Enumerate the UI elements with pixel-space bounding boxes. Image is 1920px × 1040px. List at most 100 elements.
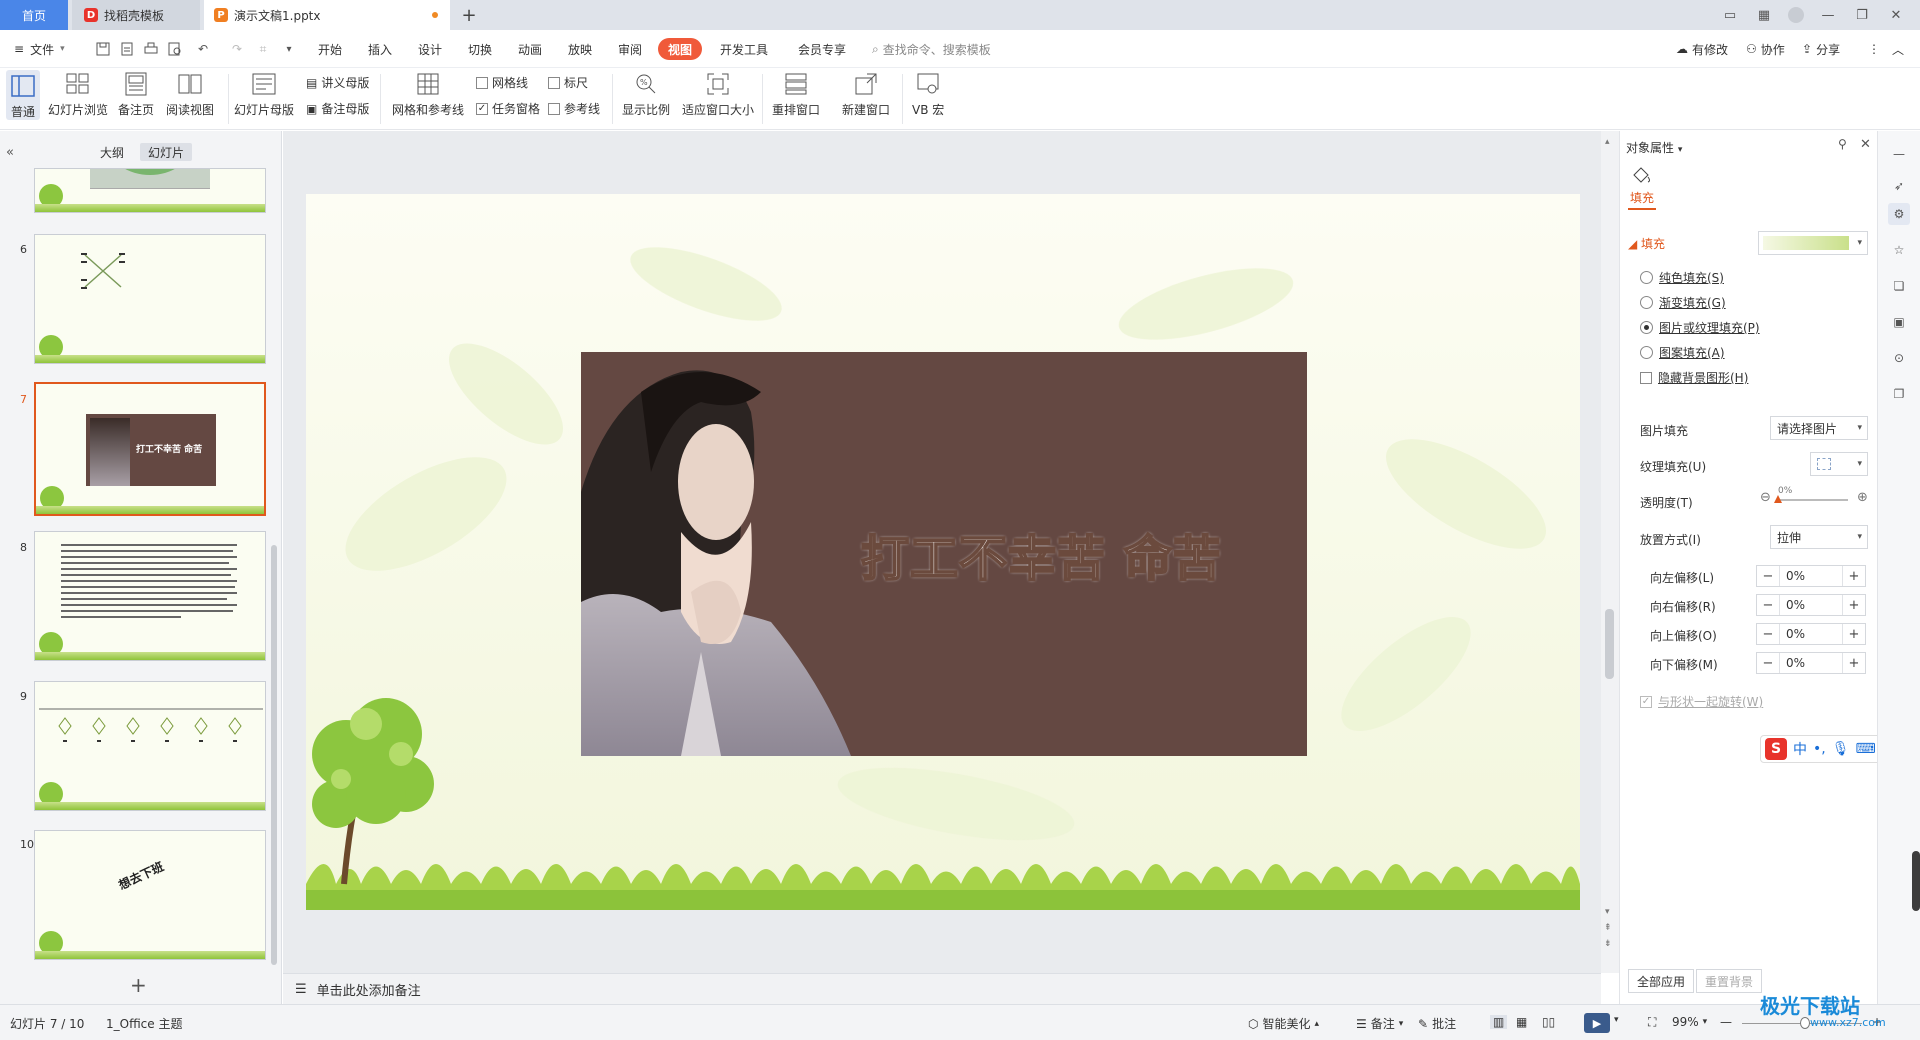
plus-icon[interactable]: + (1843, 566, 1865, 586)
ruler-check[interactable] (548, 76, 560, 89)
previous-slide-icon[interactable]: ⇞ (1604, 923, 1612, 933)
placement-dropdown[interactable]: 拉伸 (1770, 525, 1868, 549)
handout-master-button[interactable]: ▤ 讲义母版 (306, 74, 369, 91)
changes-button[interactable]: ☁ 有修改 (1676, 38, 1728, 60)
picture-fill-dropdown[interactable]: 请选择图片 (1770, 416, 1868, 440)
collaborate-button[interactable]: ⚇ 协作 (1746, 38, 1785, 60)
picture-fill-radio[interactable] (1640, 321, 1653, 334)
grid-guides-button[interactable]: 网格和参考线 (392, 70, 464, 118)
offset-top-value[interactable]: 0% (1779, 624, 1843, 644)
hide-background-checkbox[interactable] (1640, 371, 1652, 384)
guides-checkbox[interactable]: 参考线 (548, 100, 600, 117)
slide-panel-scrollbar[interactable] (271, 545, 277, 965)
command-search[interactable]: ⌕ 查找命令、搜索模板 (872, 38, 991, 60)
ime-mode[interactable]: 中 (1793, 739, 1807, 759)
tab-document[interactable]: P 演示文稿1.pptx (204, 0, 450, 30)
reset-background-button[interactable]: 重置背景 (1696, 969, 1763, 993)
properties-icon[interactable]: ⚙ (1888, 203, 1910, 225)
microphone-icon[interactable]: 🎙 (1832, 741, 1850, 757)
pattern-fill-option[interactable]: 图案填充(A) (1640, 344, 1725, 361)
layout-icon[interactable]: ▭ (1720, 5, 1740, 25)
save-icon[interactable] (94, 40, 112, 58)
hide-background-option[interactable]: 隐藏背景图形(H) (1640, 369, 1748, 386)
slide-sorter-button[interactable]: 幻灯片浏览 (48, 70, 108, 118)
export-pdf-icon[interactable] (118, 40, 136, 58)
solid-fill-radio[interactable] (1640, 271, 1653, 284)
new-window-button[interactable]: 新建窗口 (842, 70, 890, 118)
play-icon[interactable]: ▶ (1584, 1013, 1610, 1033)
arrange-window-button[interactable]: 重排窗口 (772, 70, 820, 118)
menu-developer[interactable]: 开发工具 (720, 38, 768, 60)
sogou-icon[interactable]: S (1765, 738, 1787, 760)
canvas-scrollbar[interactable]: ▴ ▾ ⇞ ⇟ (1601, 131, 1619, 973)
restore-icon[interactable]: ❐ (1852, 5, 1872, 25)
tab-home[interactable]: 首页 (0, 0, 68, 30)
print-icon[interactable] (142, 40, 160, 58)
close-icon[interactable]: ✕ (1886, 5, 1906, 25)
close-pane-icon[interactable]: ✕ (1860, 137, 1871, 152)
chevron-down-icon[interactable]: ▾ (1614, 1015, 1619, 1025)
fill-section-header[interactable]: ◢ 填充 (1628, 235, 1665, 252)
offset-top-stepper[interactable]: −0% + (1756, 623, 1866, 645)
side-handle[interactable] (1912, 851, 1920, 911)
texture-fill-dropdown[interactable] (1810, 452, 1868, 476)
slide-thumbnail[interactable] (34, 168, 266, 213)
collapse-panel-icon[interactable]: « (6, 145, 14, 160)
add-slide-button[interactable]: + (130, 973, 147, 997)
increase-icon[interactable]: ⊕ (1857, 490, 1868, 505)
slide-thumbnail-8[interactable] (34, 531, 266, 661)
smart-beautify-button[interactable]: ⬡ 智能美化 ▴ (1248, 1015, 1319, 1032)
new-tab-button[interactable]: + (458, 4, 480, 26)
minus-icon[interactable]: − (1757, 624, 1779, 644)
slide-thumbnail-9[interactable] (34, 681, 266, 811)
scroll-down-icon[interactable]: ▾ (1605, 907, 1610, 917)
scroll-up-icon[interactable]: ▴ (1605, 137, 1610, 147)
fit-icon[interactable]: ⛶ (1648, 1015, 1656, 1030)
notes-toggle-button[interactable]: ☰ 备注 ▾ (1356, 1015, 1403, 1032)
task-pane-checkbox[interactable]: ✓ 任务窗格 (476, 100, 540, 117)
tab-slides[interactable]: 幻灯片 (140, 143, 193, 161)
slide-canvas[interactable]: 打工不幸苦 命苦 (306, 194, 1580, 910)
tab-template[interactable]: D 找稻壳模板 (72, 0, 200, 30)
ruler-checkbox[interactable]: 标尺 (548, 74, 588, 91)
offset-bottom-stepper[interactable]: −0% + (1756, 652, 1866, 674)
offset-bottom-value[interactable]: 0% (1779, 653, 1843, 673)
punctuation-icon[interactable]: •, (1813, 741, 1826, 757)
offset-right-value[interactable]: 0% (1779, 595, 1843, 615)
slide-title-text[interactable]: 打工不幸苦 命苦 (860, 519, 1222, 589)
file-menu[interactable]: ≡ 文件 ▾ (14, 38, 65, 60)
minus-icon[interactable]: − (1757, 595, 1779, 615)
vb-macro-button[interactable]: VB 宏 (912, 70, 944, 118)
slide-master-button[interactable]: 幻灯片母版 (234, 70, 294, 118)
solid-fill-option[interactable]: 纯色填充(S) (1640, 269, 1724, 286)
gradient-fill-option[interactable]: 渐变填充(G) (1640, 294, 1726, 311)
zoom-button[interactable]: % 显示比例 (622, 70, 670, 118)
slide-thumbnail-10[interactable]: 想去下班 (34, 830, 266, 960)
minimize-icon[interactable]: — (1818, 5, 1838, 25)
pattern-fill-radio[interactable] (1640, 346, 1653, 359)
plus-icon[interactable]: + (1843, 595, 1865, 615)
picture-fill-option[interactable]: 图片或纹理填充(P) (1640, 319, 1760, 336)
zoom-out-icon[interactable]: — (1720, 1015, 1732, 1029)
decrease-icon[interactable]: ⊖ (1760, 490, 1771, 505)
pane-title[interactable]: 对象属性 ▾ (1626, 139, 1682, 156)
minus-icon[interactable]: − (1757, 566, 1779, 586)
rotate-with-shape-checkbox[interactable]: ✓ (1640, 695, 1652, 708)
collapse-icon[interactable]: — (1888, 143, 1910, 165)
apps-grid-icon[interactable]: ▦ (1754, 5, 1774, 25)
tab-fill[interactable]: 填充 (1630, 189, 1654, 206)
normal-view-status-icon[interactable]: ▥ (1490, 1015, 1508, 1029)
offset-left-stepper[interactable]: −0% + (1756, 565, 1866, 587)
gridlines-checkbox[interactable]: 网格线 (476, 74, 528, 91)
rocket-icon[interactable]: ➶ (1888, 175, 1910, 197)
menu-slideshow[interactable]: 放映 (568, 38, 592, 60)
avatar[interactable] (1788, 7, 1804, 23)
notes-master-button[interactable]: ▣ 备注母版 (306, 100, 369, 117)
share-button[interactable]: ⇪ 分享 (1802, 38, 1840, 60)
menu-home[interactable]: 开始 (318, 38, 342, 60)
comments-button[interactable]: ✎ 批注 (1418, 1015, 1456, 1032)
menu-member[interactable]: 会员专享 (798, 38, 846, 60)
transparency-slider-thumb[interactable] (1774, 495, 1782, 503)
menu-animation[interactable]: 动画 (518, 38, 542, 60)
offset-left-value[interactable]: 0% (1779, 566, 1843, 586)
